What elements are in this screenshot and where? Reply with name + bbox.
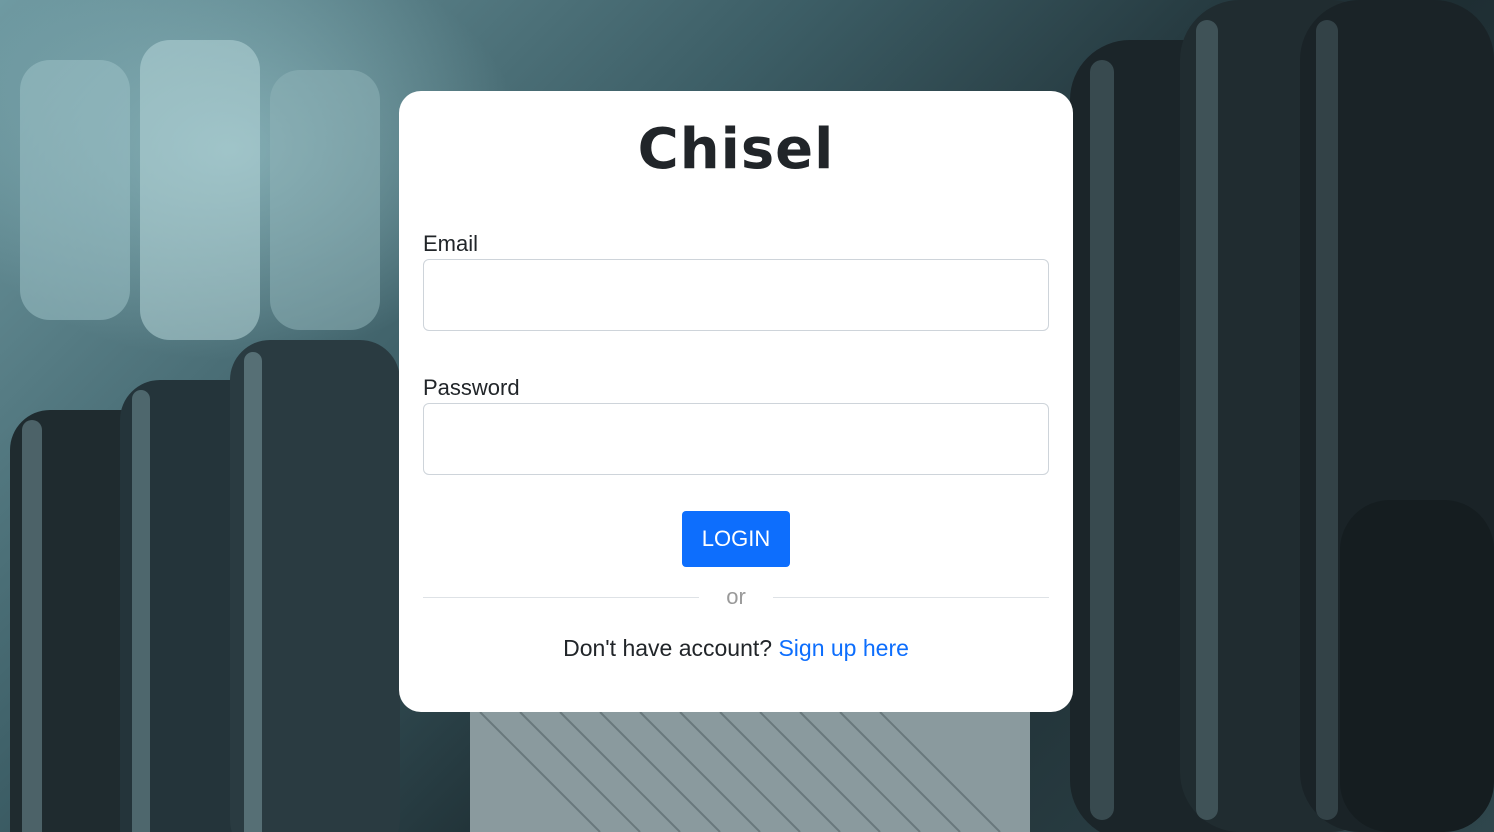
login-button[interactable]: LOGIN (682, 511, 790, 567)
email-field[interactable] (423, 259, 1049, 331)
brand-title: Chisel (637, 117, 835, 182)
email-label: Email (423, 231, 479, 256)
signup-prompt: Don't have account? (563, 635, 773, 661)
divider-line-left (423, 597, 699, 598)
divider-or: or (726, 584, 746, 609)
password-field[interactable] (423, 403, 1049, 475)
password-label: Password (423, 375, 520, 400)
login-card: Chisel Email Password LOGIN or Don't hav… (399, 91, 1073, 712)
signup-link[interactable]: Sign up here (778, 635, 908, 661)
signup-row: Don't have account? Sign up here (399, 633, 1073, 663)
divider-line-right (773, 597, 1049, 598)
